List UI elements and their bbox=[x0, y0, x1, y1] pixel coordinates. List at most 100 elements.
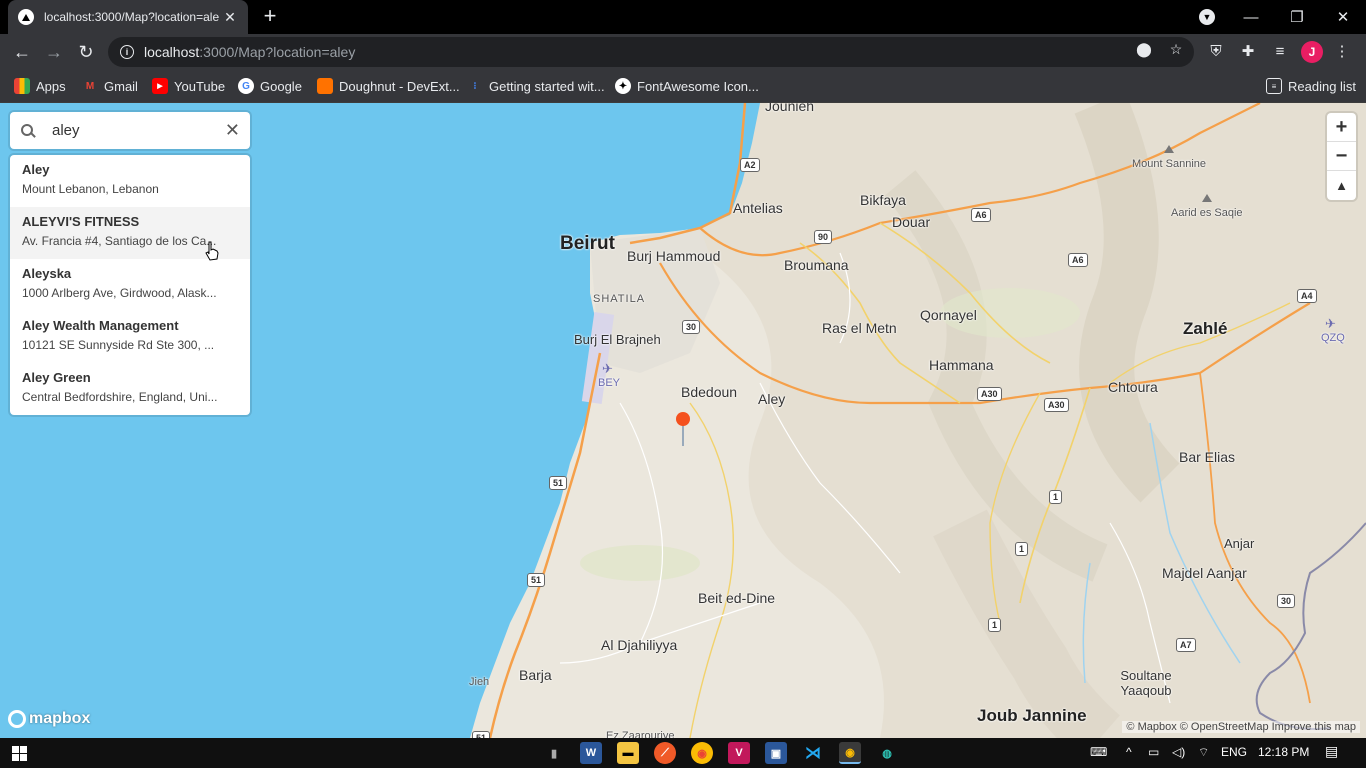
road-shield: A2 bbox=[740, 158, 760, 172]
url-host: localhost bbox=[144, 44, 200, 60]
bookmark-fontawesome[interactable]: ✦ FontAwesome Icon... bbox=[615, 76, 759, 96]
keyboard-tray-icon[interactable]: ⌨ bbox=[1090, 745, 1107, 759]
road-shield: A4 bbox=[1297, 289, 1317, 303]
remote-app-icon[interactable]: ▣ bbox=[765, 742, 787, 764]
place-label: Hammana bbox=[929, 357, 994, 373]
place-label: Aarid es Saqie bbox=[1171, 207, 1243, 219]
postman-app-icon[interactable]: ⟋ bbox=[654, 742, 676, 764]
suggestion-item[interactable]: Aleyska 1000 Arlberg Ave, Girdwood, Alas… bbox=[10, 259, 250, 311]
suggestion-item[interactable]: Aley Mount Lebanon, Lebanon bbox=[10, 155, 250, 207]
suggestion-address: Central Bedfordshire, England, Uni... bbox=[22, 390, 218, 404]
close-window-button[interactable]: ✕ bbox=[1320, 0, 1366, 34]
place-label: Douar bbox=[892, 214, 931, 230]
profile-avatar[interactable]: J bbox=[1301, 41, 1323, 63]
search-icon bbox=[20, 123, 36, 139]
devextreme-icon bbox=[317, 78, 333, 94]
bookmark-getting-started[interactable]: ⁝ Getting started wit... bbox=[467, 76, 604, 96]
vscode-app-icon[interactable]: ⋊ bbox=[802, 742, 824, 764]
windows-start-icon[interactable] bbox=[8, 742, 30, 764]
map-attribution[interactable]: © Mapbox © OpenStreetMap Improve this ma… bbox=[1122, 721, 1360, 733]
teamviewer-app-icon[interactable]: ◍ bbox=[876, 742, 898, 764]
reload-button[interactable]: ↻ bbox=[72, 38, 100, 66]
fontawesome-icon: ✦ bbox=[615, 78, 631, 94]
clock[interactable]: 12:18 PM bbox=[1258, 745, 1309, 759]
google-icon: G bbox=[238, 78, 254, 94]
info-icon[interactable]: i bbox=[120, 45, 134, 59]
forward-button[interactable]: → bbox=[40, 38, 68, 66]
chevron-up-icon[interactable]: ^ bbox=[1126, 745, 1132, 759]
road-shield: A30 bbox=[977, 387, 1002, 401]
reading-list-button[interactable]: ≡ Reading list bbox=[1266, 76, 1356, 96]
zoom-out-button[interactable]: − bbox=[1327, 142, 1356, 171]
place-label: Mount Sannine bbox=[1132, 158, 1206, 170]
language-indicator[interactable]: ENG bbox=[1221, 745, 1247, 759]
suggestion-name: Aley bbox=[22, 162, 50, 177]
place-label: Ez Zaarouriye bbox=[606, 730, 675, 738]
menu-kebab-icon[interactable]: ⋮ bbox=[1330, 39, 1354, 63]
bookmark-star-icon[interactable]: ☆ bbox=[1166, 41, 1186, 61]
file-explorer-icon[interactable]: ▬ bbox=[617, 742, 639, 764]
compass-button[interactable]: ▲ bbox=[1327, 171, 1356, 200]
location-marker[interactable] bbox=[676, 412, 690, 426]
bookmark-apps[interactable]: Apps bbox=[14, 76, 66, 96]
volume-tray-icon[interactable]: ◁) bbox=[1172, 745, 1185, 759]
place-label: QZQ bbox=[1321, 332, 1345, 344]
bookmark-doughnut[interactable]: Doughnut - DevExt... bbox=[317, 76, 460, 96]
place-label: Jieh bbox=[469, 676, 490, 688]
place-label: Bdedoun bbox=[681, 384, 738, 400]
gmail-icon: M bbox=[85, 80, 95, 92]
road-shield: 51 bbox=[549, 476, 568, 490]
bookmark-gmail[interactable]: M Gmail bbox=[82, 76, 138, 96]
mapbox-logo[interactable]: mapbox bbox=[8, 710, 90, 728]
suggestion-name: Aleyska bbox=[22, 266, 72, 281]
tab-active[interactable]: localhost:3000/Map?location=ale ✕ bbox=[8, 0, 248, 34]
airport-icon: ✈ bbox=[1325, 316, 1336, 331]
location-icon[interactable]: ⬤ bbox=[1134, 41, 1154, 61]
place-label: Zahlé bbox=[1183, 319, 1228, 338]
bookmark-google[interactable]: G Google bbox=[238, 76, 302, 96]
vivaldi-app-icon[interactable]: V bbox=[728, 742, 750, 764]
chrome-active-app-icon[interactable]: ◉ bbox=[839, 742, 861, 764]
place-label: Bikfaya bbox=[860, 192, 906, 208]
search-input[interactable] bbox=[52, 122, 212, 139]
word-app-icon[interactable]: W bbox=[580, 742, 602, 764]
place-label: Bar Elias bbox=[1179, 449, 1236, 465]
place-label: Beirut bbox=[560, 233, 615, 254]
place-label: Broumana bbox=[784, 257, 849, 273]
media-playlist-icon[interactable]: ≡ bbox=[1268, 39, 1292, 63]
toolbar: ← → ↻ i localhost:3000/Map?location=aley… bbox=[0, 34, 1366, 70]
bookmark-label: Doughnut - DevExt... bbox=[339, 78, 460, 94]
airport-icon: ✈ bbox=[602, 361, 613, 376]
suggestion-item[interactable]: Aley Green Central Bedfordshire, England… bbox=[10, 363, 250, 415]
zoom-in-button[interactable]: + bbox=[1327, 113, 1356, 142]
place-label: Soultane Yaaqoub bbox=[1120, 668, 1172, 698]
microphone-app-icon[interactable]: ▮ bbox=[543, 742, 565, 764]
extensions-puzzle-icon[interactable]: ✚ bbox=[1236, 39, 1260, 63]
notifications-icon[interactable]: ▤ bbox=[1325, 743, 1338, 760]
getting-started-icon: ⁝ bbox=[473, 80, 477, 92]
place-label: Qornayel bbox=[920, 307, 977, 323]
clear-icon[interactable]: ✕ bbox=[225, 120, 240, 141]
suggestion-item[interactable]: Aley Wealth Management 10121 SE Sunnysid… bbox=[10, 311, 250, 363]
minimize-button[interactable]: — bbox=[1228, 0, 1274, 34]
compass-icon: ▲ bbox=[1335, 178, 1348, 193]
road-shield: 1 bbox=[1015, 542, 1029, 556]
windows-taskbar: ▮ W ▬ ⟋ ◉ V ▣ ⋊ ◉ ◍ ⌨ ^ ▭ ◁) ⌔ ENG 12:18… bbox=[0, 738, 1366, 768]
chrome-app-icon[interactable]: ◉ bbox=[691, 742, 713, 764]
new-tab-button[interactable]: + bbox=[258, 4, 282, 28]
restore-button[interactable]: ❐ bbox=[1274, 0, 1320, 34]
road-shield: 90 bbox=[814, 230, 833, 244]
browser-chrome: localhost:3000/Map?location=ale ✕ + ▼ — … bbox=[0, 0, 1366, 103]
address-bar[interactable]: i localhost:3000/Map?location=aley bbox=[108, 37, 1194, 67]
back-button[interactable]: ← bbox=[8, 38, 36, 66]
extension-shield-icon[interactable]: ⛨ bbox=[1204, 39, 1228, 63]
suggestions-list: Aley Mount Lebanon, Lebanon ALEYVI'S FIT… bbox=[10, 155, 250, 415]
chevron-down-icon: ▼ bbox=[1199, 9, 1215, 25]
bookmark-youtube[interactable]: ▶ YouTube bbox=[152, 76, 225, 96]
wifi-tray-icon[interactable]: ⌔ bbox=[1198, 745, 1209, 760]
close-tab-icon[interactable]: ✕ bbox=[222, 9, 238, 26]
suggestion-address: 10121 SE Sunnyside Rd Ste 300, ... bbox=[22, 338, 215, 352]
tab-search-button[interactable]: ▼ bbox=[1184, 0, 1230, 34]
battery-tray-icon[interactable]: ▭ bbox=[1148, 745, 1159, 759]
youtube-icon: ▶ bbox=[152, 78, 168, 94]
